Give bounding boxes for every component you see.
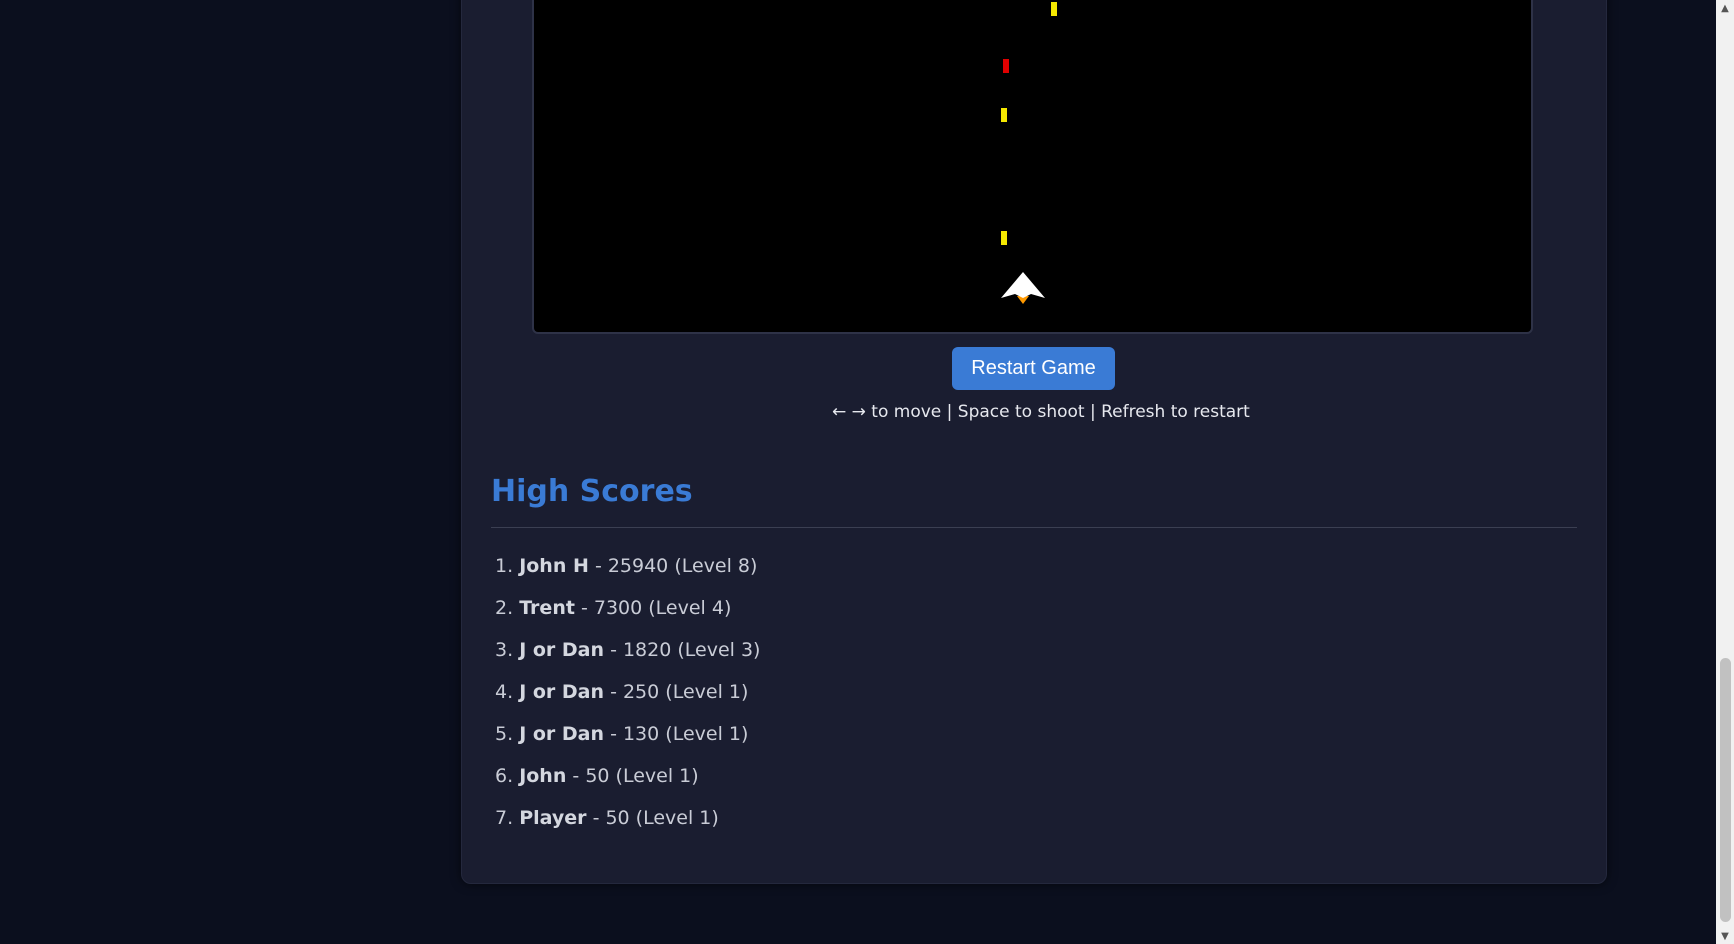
controls-hint: ← → to move | Space to shoot | Refresh t… xyxy=(832,402,1250,422)
high-score-entry: 1. John H - 25940 (Level 8) xyxy=(491,548,760,590)
entry-name: Player xyxy=(519,807,587,829)
entry-detail: - 50 (Level 1) xyxy=(572,765,699,787)
scroll-down-icon[interactable]: ▼ xyxy=(1716,928,1734,944)
entry-detail: - 7300 (Level 4) xyxy=(580,597,732,619)
high-score-entry: 2. Trent - 7300 (Level 4) xyxy=(491,590,760,632)
entry-detail: - 250 (Level 1) xyxy=(610,681,749,703)
high-score-entry: 3. J or Dan - 1820 (Level 3) xyxy=(491,632,760,674)
player-bullet xyxy=(1001,108,1007,122)
ship-body xyxy=(1001,272,1045,298)
entry-detail: - 1820 (Level 3) xyxy=(610,639,761,661)
entry-name: John xyxy=(519,765,567,787)
high-score-entry: 5. J or Dan - 130 (Level 1) xyxy=(491,716,760,758)
entry-detail: - 50 (Level 1) xyxy=(592,807,719,829)
entry-rank: 2. xyxy=(495,597,514,619)
entry-name: John H xyxy=(519,555,589,577)
entry-detail: - 130 (Level 1) xyxy=(610,723,749,745)
high-scores-title: High Scores xyxy=(491,474,693,509)
entry-rank: 5. xyxy=(495,723,514,745)
entry-name: Trent xyxy=(519,597,575,619)
page: Restart Game ← → to move | Space to shoo… xyxy=(0,0,1734,944)
restart-game-button[interactable]: Restart Game xyxy=(952,347,1115,390)
high-score-entry: 4. J or Dan - 250 (Level 1) xyxy=(491,674,760,716)
player-bullet xyxy=(1001,231,1007,245)
entry-name: J or Dan xyxy=(519,639,605,661)
entry-name: J or Dan xyxy=(519,723,605,745)
divider xyxy=(491,527,1577,528)
entry-rank: 6. xyxy=(495,765,514,787)
entry-name: J or Dan xyxy=(519,681,605,703)
entry-rank: 3. xyxy=(495,639,514,661)
scroll-up-icon[interactable]: ▲ xyxy=(1716,0,1734,16)
entry-rank: 4. xyxy=(495,681,514,703)
player-ship-icon xyxy=(1001,272,1045,304)
high-score-entry: 6. John - 50 (Level 1) xyxy=(491,758,760,800)
high-scores-list: 1. John H - 25940 (Level 8) 2. Trent - 7… xyxy=(491,548,760,842)
entry-rank: 1. xyxy=(495,555,514,577)
entry-rank: 7. xyxy=(495,807,514,829)
scrollbar-thumb[interactable] xyxy=(1720,658,1731,922)
vertical-scrollbar[interactable]: ▲ ▼ xyxy=(1716,0,1734,944)
entry-detail: - 25940 (Level 8) xyxy=(594,555,758,577)
game-canvas[interactable] xyxy=(532,0,1533,334)
enemy-bullet xyxy=(1051,2,1057,16)
high-score-entry: 7. Player - 50 (Level 1) xyxy=(491,800,760,842)
enemy-bullet xyxy=(1003,59,1009,73)
